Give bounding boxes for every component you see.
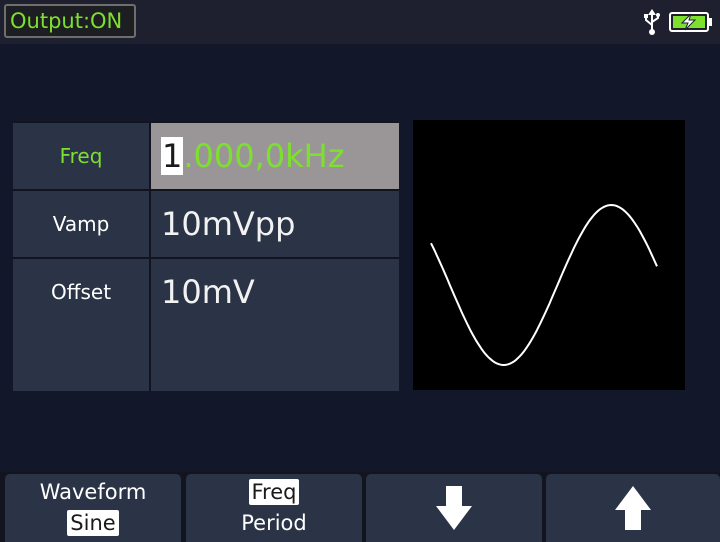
parameter-table: Freq 1.000,0kHz Vamp 10mVpp Offset 10mV [13, 121, 399, 391]
param-label-offset[interactable]: Offset [13, 259, 149, 325]
output-status-badge[interactable]: Output:ON [4, 4, 136, 38]
freq-option: Freq [248, 479, 300, 505]
arrow-up-icon [546, 484, 720, 534]
param-row-vamp[interactable]: Vamp 10mVpp [13, 191, 399, 257]
period-option: Period [241, 511, 307, 535]
param-label-vamp[interactable]: Vamp [13, 191, 149, 257]
param-value-freq[interactable]: 1.000,0kHz [151, 123, 399, 189]
down-softkey[interactable] [366, 474, 542, 542]
param-value-vamp[interactable]: 10mVpp [151, 191, 399, 257]
arrow-down-icon [366, 484, 542, 534]
up-softkey[interactable] [546, 474, 720, 542]
battery-charging-icon [668, 10, 714, 34]
waveform-preview [413, 120, 685, 390]
param-value-empty [151, 325, 399, 391]
softkey-bar: Waveform Sine Freq Period [0, 472, 720, 542]
usb-icon [642, 8, 662, 36]
output-status-label: Output:ON [10, 9, 123, 33]
param-value-offset[interactable]: 10mV [151, 259, 399, 325]
param-label-freq[interactable]: Freq [13, 123, 149, 189]
waveform-softkey-value: Sine [67, 510, 119, 536]
param-value-freq-rest: .000,0kHz [183, 137, 345, 175]
freq-period-softkey[interactable]: Freq Period [186, 474, 362, 542]
edit-cursor-digit: 1 [161, 137, 184, 175]
waveform-softkey[interactable]: Waveform Sine [5, 474, 181, 542]
waveform-softkey-label: Waveform [39, 480, 147, 504]
param-row-offset[interactable]: Offset 10mV [13, 259, 399, 325]
sine-wave-icon [430, 203, 658, 366]
param-row-empty [13, 325, 399, 391]
param-row-freq[interactable]: Freq 1.000,0kHz [13, 123, 399, 189]
param-label-empty [13, 325, 149, 391]
status-icons [642, 7, 714, 37]
status-bar: Output:ON [0, 0, 720, 44]
